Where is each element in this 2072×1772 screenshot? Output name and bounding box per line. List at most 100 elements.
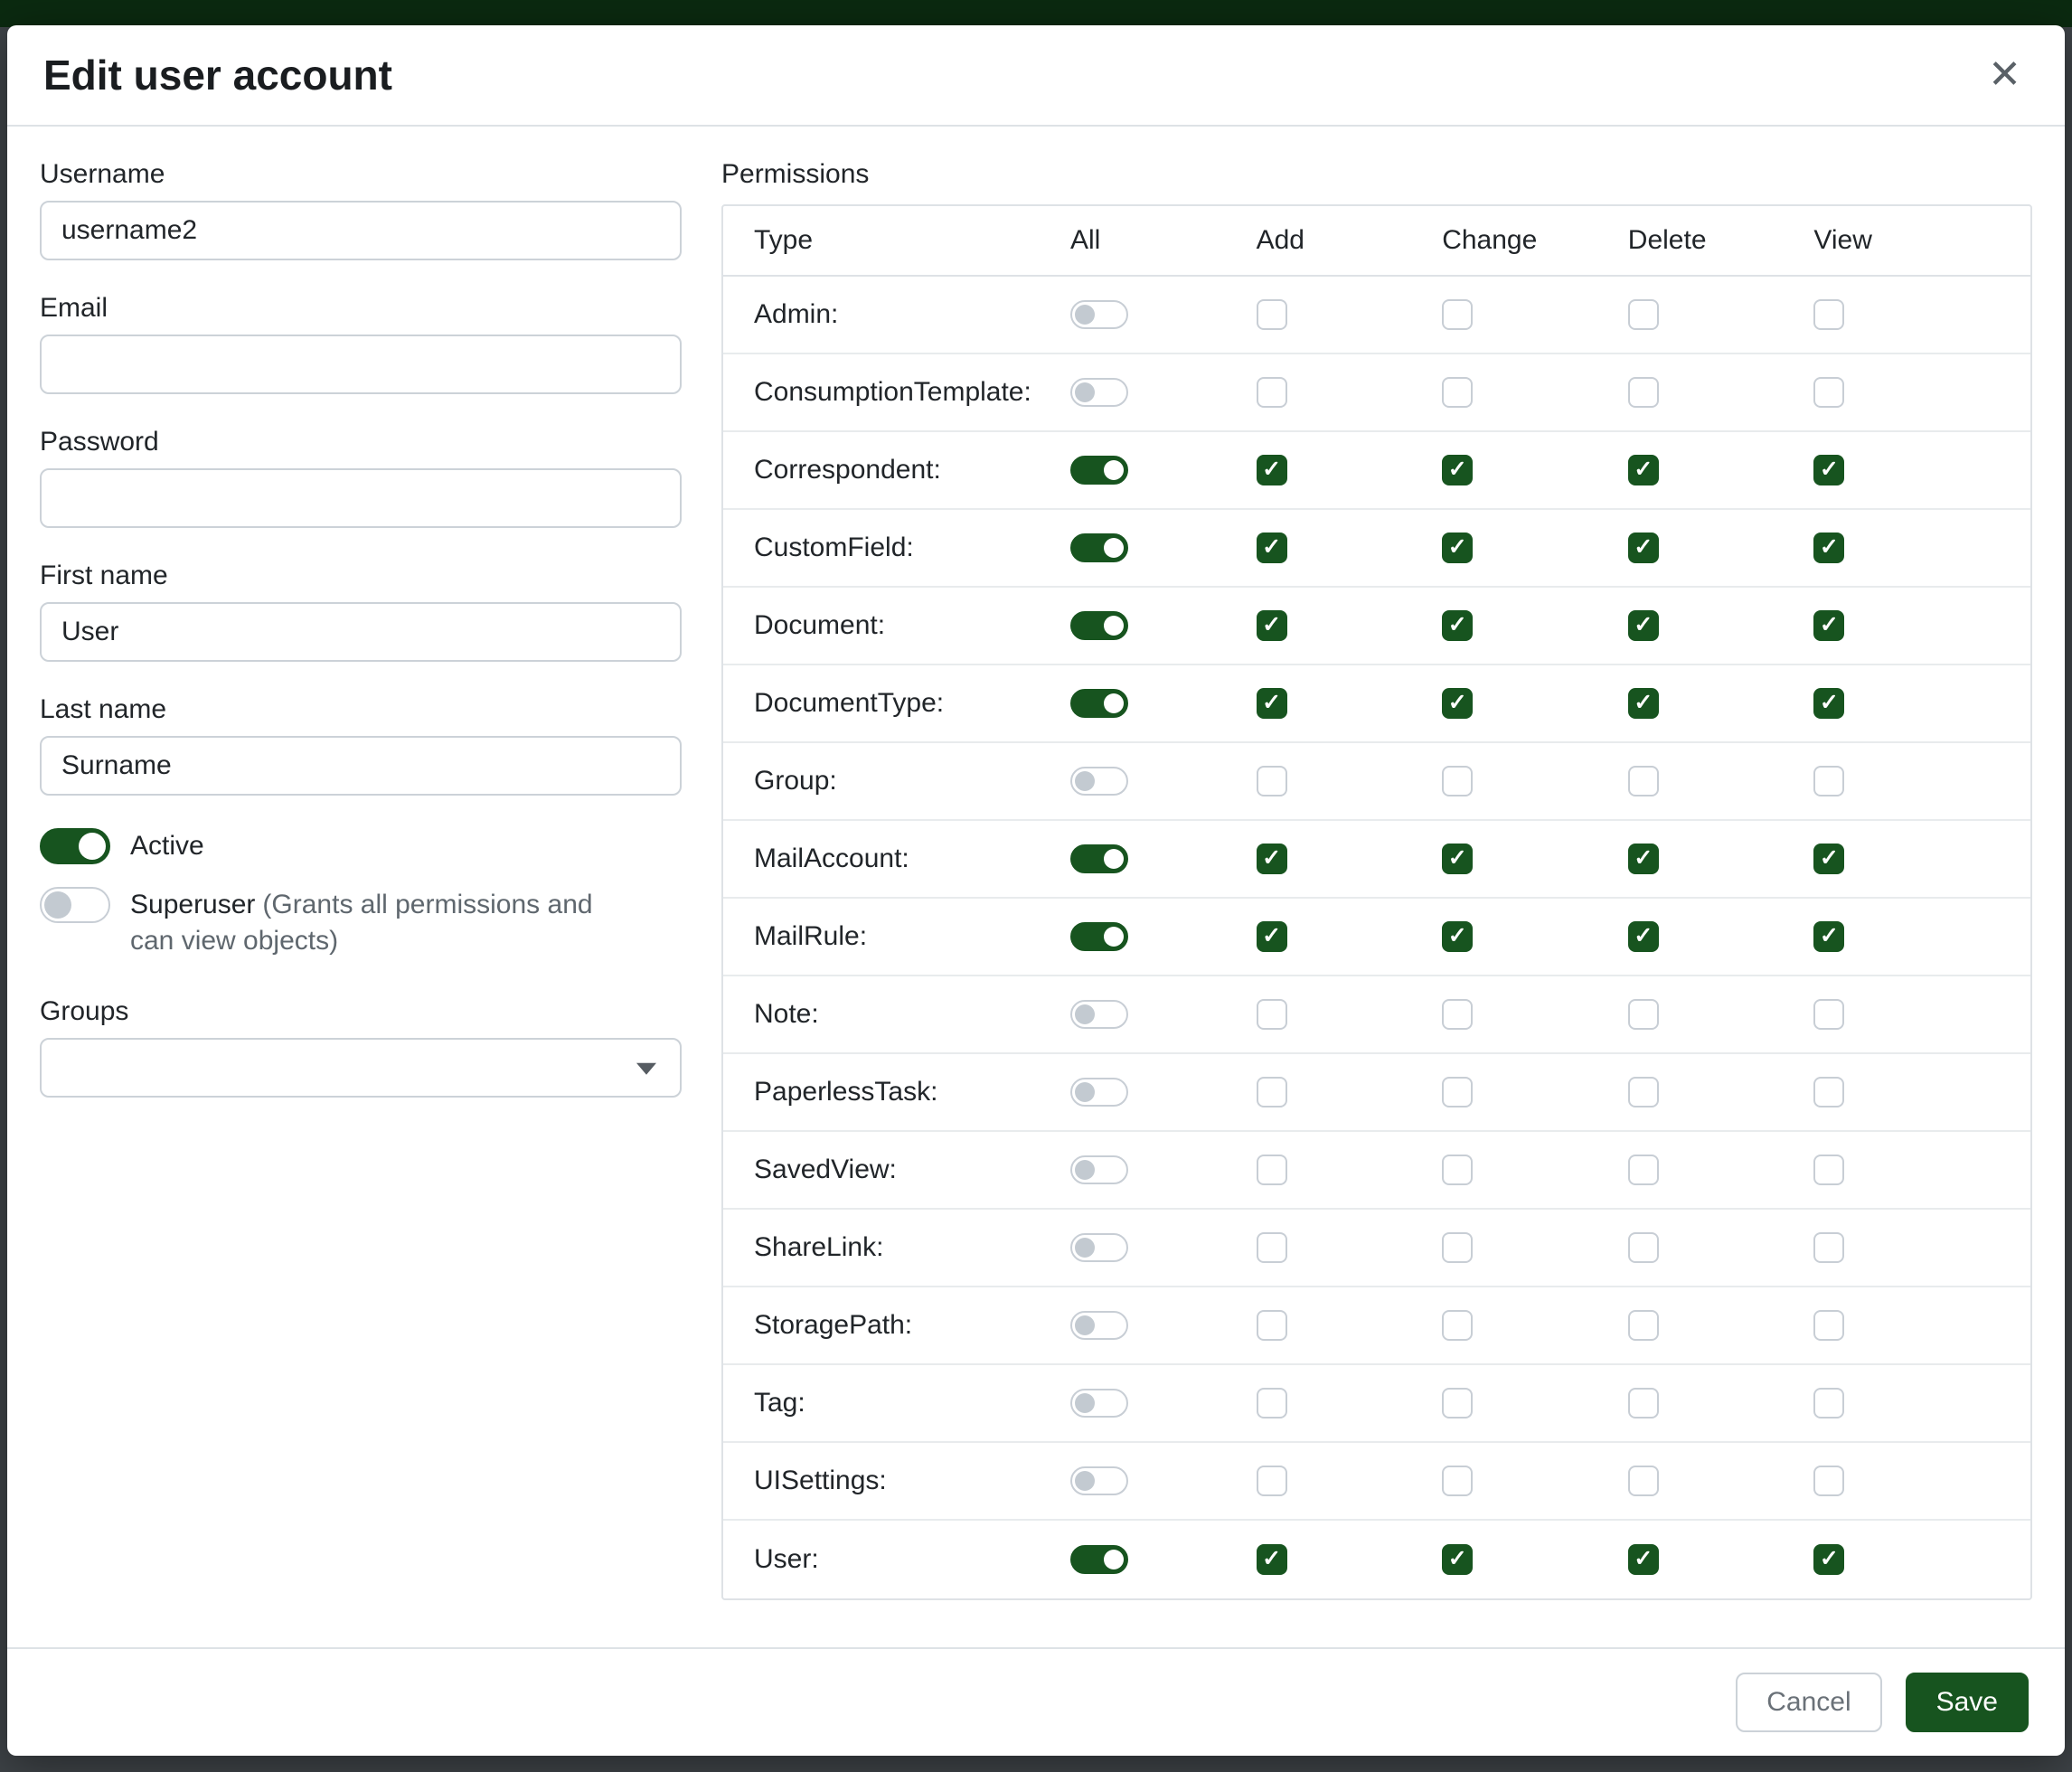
first-name-field[interactable] — [40, 602, 682, 662]
last-name-field[interactable] — [40, 736, 682, 796]
username-input[interactable] — [40, 201, 682, 260]
permission-change-checkbox[interactable]: ✓ — [1442, 533, 1473, 563]
permission-all-toggle[interactable] — [1070, 456, 1128, 485]
permission-view-checkbox[interactable]: ✓ — [1813, 921, 1844, 952]
permission-all-toggle[interactable] — [1070, 1466, 1128, 1495]
permission-all-toggle[interactable] — [1070, 378, 1128, 407]
permission-all-toggle[interactable] — [1070, 767, 1128, 796]
permission-change-checkbox[interactable]: ✓ — [1442, 921, 1473, 952]
permission-change-checkbox[interactable]: ✓ — [1442, 1544, 1473, 1575]
permission-delete-checkbox[interactable] — [1628, 377, 1659, 408]
permission-delete-checkbox[interactable] — [1628, 1077, 1659, 1108]
permission-all-toggle[interactable] — [1070, 922, 1128, 951]
permission-view-checkbox[interactable]: ✓ — [1813, 844, 1844, 874]
permission-all-toggle[interactable] — [1070, 1311, 1128, 1340]
permission-view-checkbox[interactable] — [1813, 1232, 1844, 1263]
permission-change-checkbox[interactable]: ✓ — [1442, 610, 1473, 641]
permission-change-checkbox[interactable]: ✓ — [1442, 844, 1473, 874]
permission-add-checkbox[interactable]: ✓ — [1257, 921, 1287, 952]
save-button[interactable]: Save — [1906, 1673, 2029, 1732]
permission-change-checkbox[interactable]: ✓ — [1442, 455, 1473, 485]
permission-add-checkbox[interactable]: ✓ — [1257, 1544, 1287, 1575]
permission-view-checkbox[interactable] — [1813, 1077, 1844, 1108]
modal-header: Edit user account ✕ — [7, 25, 2065, 127]
permission-delete-checkbox[interactable] — [1628, 766, 1659, 796]
permission-delete-checkbox[interactable]: ✓ — [1628, 455, 1659, 485]
permission-add-checkbox[interactable] — [1257, 999, 1287, 1030]
permission-all-toggle[interactable] — [1070, 689, 1128, 718]
permission-all-toggle[interactable] — [1070, 533, 1128, 562]
permission-change-checkbox[interactable] — [1442, 1232, 1473, 1263]
permission-change-checkbox[interactable] — [1442, 999, 1473, 1030]
permission-add-checkbox[interactable] — [1257, 377, 1287, 408]
permission-delete-checkbox[interactable] — [1628, 1388, 1659, 1419]
permission-view-checkbox[interactable] — [1813, 377, 1844, 408]
permission-view-checkbox[interactable]: ✓ — [1813, 688, 1844, 719]
permission-add-checkbox[interactable] — [1257, 299, 1287, 330]
permission-all-toggle[interactable] — [1070, 1389, 1128, 1418]
password-field[interactable] — [40, 468, 682, 528]
permission-add-checkbox[interactable] — [1257, 766, 1287, 796]
permission-all-toggle[interactable] — [1070, 844, 1128, 873]
active-toggle[interactable] — [40, 828, 110, 864]
permission-add-checkbox[interactable] — [1257, 1466, 1287, 1496]
permission-delete-checkbox[interactable] — [1628, 299, 1659, 330]
permission-change-checkbox[interactable] — [1442, 1388, 1473, 1419]
permission-view-checkbox[interactable] — [1813, 1310, 1844, 1341]
permission-all-toggle[interactable] — [1070, 1000, 1128, 1029]
permission-change-checkbox[interactable] — [1442, 377, 1473, 408]
permission-add-checkbox[interactable]: ✓ — [1257, 610, 1287, 641]
permission-add-checkbox[interactable] — [1257, 1388, 1287, 1419]
permission-change-checkbox[interactable] — [1442, 299, 1473, 330]
permission-add-checkbox[interactable]: ✓ — [1257, 688, 1287, 719]
permission-view-checkbox[interactable] — [1813, 766, 1844, 796]
permission-view-checkbox[interactable] — [1813, 1388, 1844, 1419]
permission-add-checkbox[interactable]: ✓ — [1257, 455, 1287, 485]
permission-delete-checkbox[interactable] — [1628, 999, 1659, 1030]
permission-delete-checkbox[interactable] — [1628, 1155, 1659, 1185]
permission-delete-checkbox[interactable] — [1628, 1466, 1659, 1496]
permission-add-checkbox[interactable]: ✓ — [1257, 844, 1287, 874]
permission-change-checkbox[interactable] — [1442, 1310, 1473, 1341]
permission-all-toggle[interactable] — [1070, 1545, 1128, 1574]
permission-delete-checkbox[interactable] — [1628, 1310, 1659, 1341]
permission-change-checkbox[interactable] — [1442, 1077, 1473, 1108]
permission-view-checkbox[interactable]: ✓ — [1813, 1544, 1844, 1575]
permission-delete-checkbox[interactable]: ✓ — [1628, 533, 1659, 563]
permission-view-checkbox[interactable]: ✓ — [1813, 533, 1844, 563]
permission-view-checkbox[interactable] — [1813, 1155, 1844, 1185]
permission-all-toggle[interactable] — [1070, 300, 1128, 329]
permission-all-toggle[interactable] — [1070, 611, 1128, 640]
permission-view-checkbox[interactable]: ✓ — [1813, 455, 1844, 485]
permission-change-checkbox[interactable] — [1442, 766, 1473, 796]
permission-add-checkbox[interactable]: ✓ — [1257, 533, 1287, 563]
permission-add-checkbox[interactable] — [1257, 1155, 1287, 1185]
permission-view-checkbox[interactable] — [1813, 1466, 1844, 1496]
permission-delete-checkbox[interactable]: ✓ — [1628, 921, 1659, 952]
permission-add-checkbox[interactable] — [1257, 1077, 1287, 1108]
permission-add-checkbox[interactable] — [1257, 1232, 1287, 1263]
superuser-toggle[interactable] — [40, 887, 110, 923]
permission-view-checkbox[interactable] — [1813, 999, 1844, 1030]
permission-change-checkbox[interactable] — [1442, 1466, 1473, 1496]
permission-add-checkbox[interactable] — [1257, 1310, 1287, 1341]
email-field[interactable] — [40, 335, 682, 394]
permission-delete-checkbox[interactable]: ✓ — [1628, 688, 1659, 719]
permission-all-toggle[interactable] — [1070, 1078, 1128, 1107]
permission-type-label: Tag: — [754, 1388, 805, 1419]
groups-select[interactable] — [40, 1038, 682, 1098]
permission-all-toggle[interactable] — [1070, 1233, 1128, 1262]
permission-all-toggle[interactable] — [1070, 1155, 1128, 1184]
permission-delete-checkbox[interactable]: ✓ — [1628, 610, 1659, 641]
permission-view-checkbox[interactable] — [1813, 299, 1844, 330]
cancel-button[interactable]: Cancel — [1736, 1673, 1881, 1732]
permission-delete-checkbox[interactable] — [1628, 1232, 1659, 1263]
email-group: Email — [40, 293, 682, 394]
permission-row: MailAccount:✓✓✓✓ — [723, 821, 2030, 899]
close-icon[interactable]: ✕ — [1981, 52, 2029, 99]
permission-change-checkbox[interactable] — [1442, 1155, 1473, 1185]
permission-view-checkbox[interactable]: ✓ — [1813, 610, 1844, 641]
permission-delete-checkbox[interactable]: ✓ — [1628, 844, 1659, 874]
permission-change-checkbox[interactable]: ✓ — [1442, 688, 1473, 719]
permission-delete-checkbox[interactable]: ✓ — [1628, 1544, 1659, 1575]
